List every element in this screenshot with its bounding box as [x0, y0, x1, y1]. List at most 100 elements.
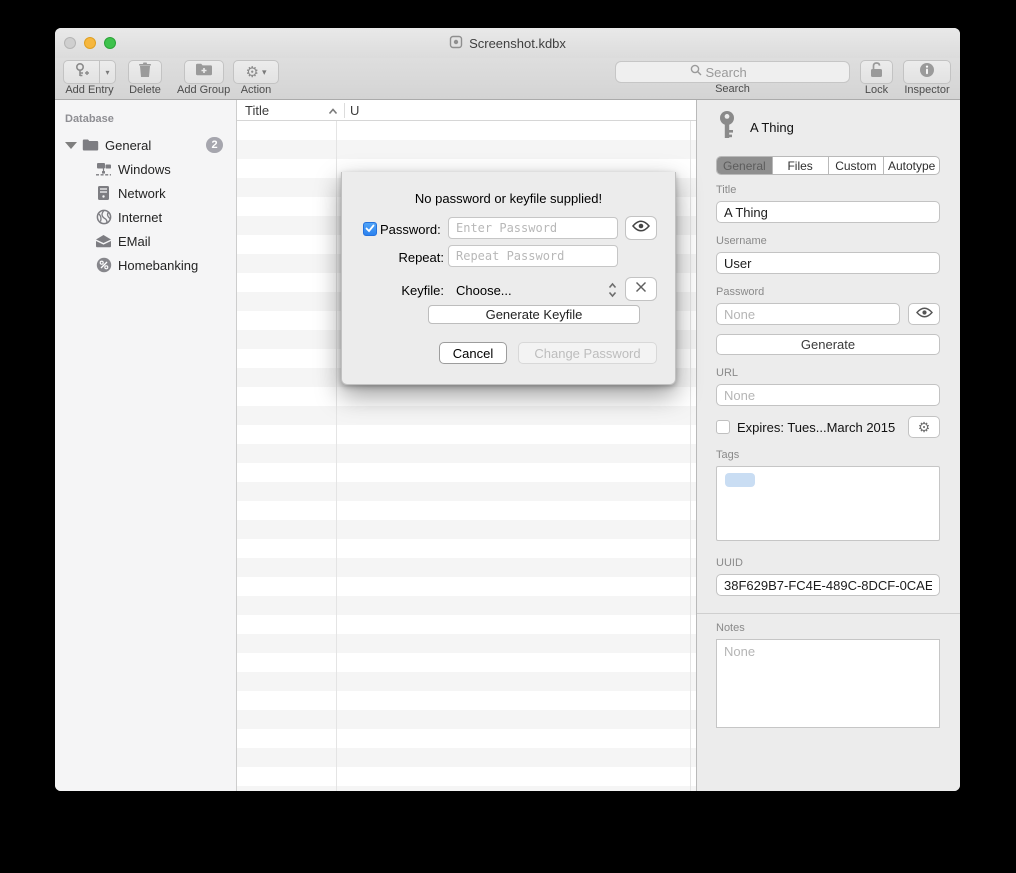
gear-icon: ⚙ [246, 63, 259, 81]
lock-open-icon [869, 61, 884, 83]
repeat-label: Repeat: [398, 250, 444, 265]
info-icon [919, 62, 935, 83]
tab-files[interactable]: Files [773, 157, 829, 174]
document-icon [449, 35, 463, 52]
password-label: Password: [380, 222, 441, 237]
tags-field-label: Tags [716, 449, 940, 461]
url-field-label: URL [716, 367, 940, 379]
cancel-button[interactable]: Cancel [439, 342, 507, 364]
sidebar-item-label: EMail [118, 234, 151, 249]
popup-stepper-icon[interactable] [608, 278, 617, 302]
tags-box[interactable] [716, 466, 940, 541]
titlebar[interactable]: Screenshot.kdbx [55, 28, 960, 58]
percent-circle-icon [95, 257, 112, 274]
entry-count-badge: 2 [206, 137, 223, 153]
action-label: Action [241, 85, 272, 96]
entry-title: A Thing [750, 120, 794, 135]
close-x-icon [635, 280, 647, 298]
window-title: Screenshot.kdbx [469, 36, 566, 51]
title-field[interactable] [716, 201, 940, 223]
disclosure-triangle-icon[interactable] [65, 142, 77, 149]
column-header-username[interactable]: U [345, 103, 359, 118]
password-field[interactable] [716, 303, 900, 325]
action-button[interactable]: ⚙ ▾ [233, 60, 279, 84]
column-header-title[interactable]: Title [237, 103, 328, 118]
delete-button[interactable] [128, 60, 162, 84]
column-divider-line [690, 121, 691, 791]
inspector-button[interactable] [903, 60, 951, 84]
sidebar-item-network[interactable]: Network [55, 181, 236, 205]
folder-plus-icon [195, 62, 213, 82]
search-icon [690, 63, 702, 81]
keyfile-popup[interactable]: Choose... [456, 278, 512, 302]
enter-password-input[interactable] [448, 217, 618, 239]
sidebar-item-label: General [105, 138, 151, 153]
expires-checkbox[interactable] [716, 420, 730, 434]
sidebar-item-general[interactable]: General 2 [55, 133, 236, 157]
tab-custom[interactable]: Custom [829, 157, 885, 174]
uuid-field-label: UUID [716, 557, 940, 569]
sidebar-item-email[interactable]: EMail [55, 229, 236, 253]
sidebar-item-windows[interactable]: Windows [55, 157, 236, 181]
sidebar-section-header: Database [55, 113, 236, 125]
username-field[interactable] [716, 252, 940, 274]
username-field-label: Username [716, 235, 940, 247]
tab-autotype[interactable]: Autotype [884, 157, 939, 174]
search-input[interactable] [706, 65, 776, 80]
notes-field[interactable] [716, 639, 940, 728]
tag-token[interactable] [725, 473, 755, 487]
content: Database General 2 Windows [55, 100, 960, 791]
chevron-down-icon: ▾ [262, 67, 267, 78]
search-field[interactable] [615, 61, 850, 83]
password-field-label: Password [716, 286, 940, 298]
envelope-icon [95, 233, 112, 250]
tab-general[interactable]: General [717, 157, 773, 174]
expires-label: Expires: Tues...March 2015 [737, 420, 908, 435]
key-plus-icon [74, 62, 90, 83]
delete-label: Delete [129, 85, 161, 96]
lock-label: Lock [865, 85, 888, 96]
notes-field-label: Notes [716, 622, 940, 634]
sidebar-item-label: Internet [118, 210, 162, 225]
expires-settings-button[interactable]: ⚙ [908, 416, 940, 438]
keyfile-label: Keyfile: [401, 283, 444, 298]
clear-keyfile-button[interactable] [625, 277, 657, 301]
toolbar: ▾ Add Entry Delete Add Group [55, 58, 960, 100]
trash-icon [138, 62, 152, 83]
generate-password-button[interactable]: Generate [716, 334, 940, 355]
add-group-button[interactable] [184, 60, 224, 84]
url-field[interactable] [716, 384, 940, 406]
reveal-password-button[interactable] [908, 303, 940, 325]
sidebar-item-label: Windows [118, 162, 171, 177]
title-field-label: Title [716, 184, 940, 196]
search-label: Search [715, 84, 750, 95]
add-group-label: Add Group [177, 85, 230, 96]
lock-button[interactable] [860, 60, 893, 84]
uuid-field[interactable] [716, 574, 940, 596]
chevron-down-icon: ▾ [105, 68, 109, 77]
add-entry-label: Add Entry [65, 85, 113, 96]
checkmark-icon [365, 220, 375, 238]
sort-ascending-icon [328, 103, 338, 118]
column-divider-line [336, 121, 337, 791]
repeat-password-input[interactable] [448, 245, 618, 267]
eye-icon [916, 305, 933, 323]
password-checkbox[interactable] [363, 222, 377, 236]
screen: Screenshot.kdbx ▾ Add Entry [0, 0, 1016, 873]
change-password-button[interactable]: Change Password [518, 342, 657, 364]
windows-network-icon [95, 161, 112, 178]
generate-keyfile-button[interactable]: Generate Keyfile [428, 305, 640, 324]
password-dialog: No password or keyfile supplied! Passwor… [341, 172, 676, 385]
app-window: Screenshot.kdbx ▾ Add Entry [55, 28, 960, 791]
inspector-panel: A Thing General Files Custom Autotype Ti… [696, 100, 960, 791]
dialog-message: No password or keyfile supplied! [342, 191, 675, 206]
server-icon [95, 185, 112, 202]
add-entry-dropdown[interactable]: ▾ [99, 60, 116, 84]
gear-icon: ⚙ [918, 419, 931, 436]
reveal-password-button[interactable] [625, 216, 657, 240]
sidebar-item-label: Homebanking [118, 258, 198, 273]
sidebar-item-homebanking[interactable]: Homebanking [55, 253, 236, 277]
sidebar: Database General 2 Windows [55, 100, 237, 791]
sidebar-item-internet[interactable]: Internet [55, 205, 236, 229]
add-entry-button[interactable]: ▾ [63, 60, 116, 84]
